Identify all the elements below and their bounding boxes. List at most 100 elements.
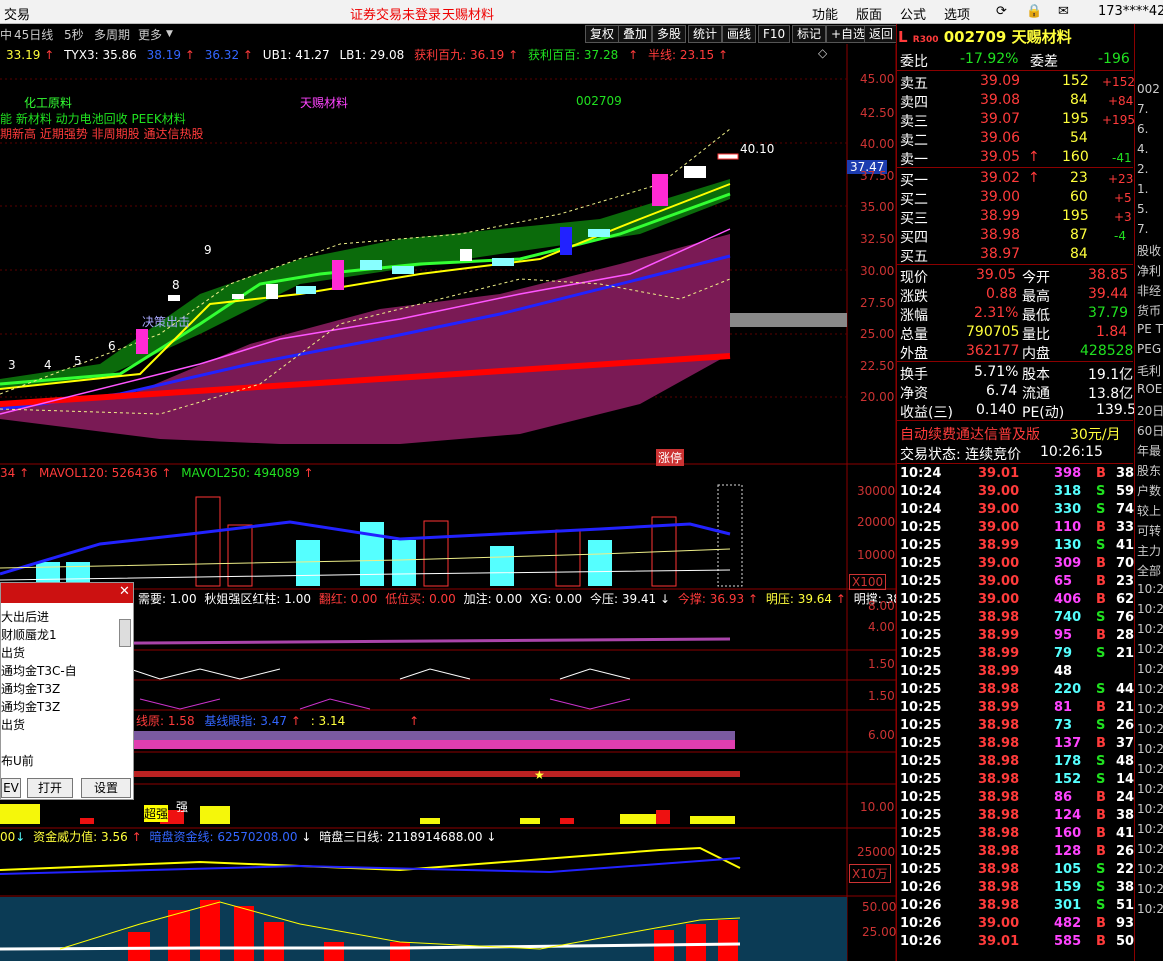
- collapse-icon[interactable]: ◇: [818, 46, 827, 60]
- popup-item[interactable]: 通均金T3Z: [1, 680, 60, 697]
- popup-item[interactable]: 通均金T3Z: [1, 698, 60, 715]
- side-label: 非经: [1137, 284, 1162, 298]
- chart-toolbar: 中 45日线 5秒 多周期 更多 ▼ 复权 叠加 多股 统计 画线 F10 标记…: [0, 24, 899, 44]
- tick-row: 10:25 38.99 48: [900, 664, 1134, 682]
- lock-icon[interactable]: 🔒: [1026, 4, 1042, 19]
- tick-row: 10:25 38.98 73 S 26: [900, 718, 1134, 736]
- btn-draw-line[interactable]: 画线: [722, 25, 757, 43]
- bid-row: 买二 39.00 60 +5: [900, 189, 1132, 208]
- login-status[interactable]: 证券交易未登录: [350, 4, 441, 23]
- tick-cell: 10:25: [900, 520, 942, 535]
- tick-row: 10:25 38.99 79 S 21: [900, 646, 1134, 664]
- tick-cell: 10:26: [900, 880, 942, 895]
- popup-item[interactable]: 财顺蜃龙1: [1, 626, 57, 643]
- tick-cell: 38.99: [978, 700, 1020, 715]
- more-menu[interactable]: 更多: [138, 26, 162, 43]
- refresh-icon[interactable]: ⟳: [996, 4, 1007, 19]
- menu-function[interactable]: 功能: [812, 4, 838, 23]
- period-select[interactable]: 45日线: [14, 26, 53, 43]
- tick-cell: 21: [1116, 646, 1135, 661]
- stat-row: 涨跌 0.88 最高 39.44: [900, 286, 1129, 305]
- tick-cell: 38.98: [978, 826, 1020, 841]
- popup-item[interactable]: 通均金T3C-自: [1, 662, 77, 679]
- mail-icon[interactable]: ✉: [1058, 4, 1069, 19]
- side-label: 年最: [1137, 444, 1162, 458]
- finance-side-panel: 002 7. 6. 4. 2. 1. 5. 7. 股收 净利 非经 货币 PE T PEG 毛利 ROE 20日…: [1134, 24, 1163, 961]
- tick-cell: 110: [1054, 520, 1082, 535]
- chart-canvas[interactable]: [0, 44, 896, 961]
- stat-row: 总量 790705 量比 1.84: [900, 324, 1128, 343]
- tick-cell: 39.00: [978, 484, 1020, 499]
- side-label: 可转: [1137, 524, 1162, 538]
- tick-row: 10:26 38.98 301 S 51: [900, 898, 1134, 916]
- side-label: PE T: [1137, 322, 1163, 336]
- menu-layout[interactable]: 版面: [856, 4, 882, 23]
- tick-cell: 41: [1116, 826, 1135, 841]
- side-label: 股收: [1137, 244, 1162, 258]
- tick-cell: 10:25: [900, 754, 942, 769]
- tick-cell: 159: [1054, 880, 1082, 895]
- tick-cell: 38.98: [978, 754, 1020, 769]
- close-icon[interactable]: ✕: [119, 584, 130, 599]
- stat-row: 换手 5.71% 股本 19.1亿: [900, 364, 1134, 383]
- tick-cell: B: [1096, 592, 1106, 607]
- popup-item[interactable]: 出货: [1, 644, 25, 661]
- side-label: 货币: [1137, 304, 1162, 318]
- ask-row: 卖四 39.08 84 +84: [900, 92, 1134, 111]
- popup-item[interactable]: 布U前: [1, 752, 34, 769]
- side-label: 10:2: [1137, 702, 1163, 716]
- sector-label: 化工原料: [24, 96, 73, 110]
- tick-row: 10:26 39.00 482 B 93: [900, 916, 1134, 934]
- refresh-interval[interactable]: 5秒: [64, 26, 84, 43]
- tick-cell: S: [1096, 772, 1106, 787]
- tick-cell: 10:25: [900, 646, 942, 661]
- popup-item[interactable]: 出货: [1, 716, 25, 733]
- btn-restore-rights[interactable]: 复权: [585, 25, 620, 43]
- ad-banner[interactable]: 自动续费通达信普及版 30元/月: [900, 423, 1134, 443]
- btn-overlay[interactable]: 叠加: [618, 25, 653, 43]
- btn-f10[interactable]: F10: [758, 25, 791, 43]
- tick-row: 10:24 39.00 330 S 74: [900, 502, 1134, 520]
- tick-cell: 10:25: [900, 592, 942, 607]
- tick-cell: S: [1096, 754, 1106, 769]
- tick-cell: B: [1096, 628, 1106, 643]
- tick-cell: 73: [1054, 718, 1073, 733]
- settings-button[interactable]: 设置: [81, 778, 131, 798]
- tick-cell: 10:25: [900, 700, 942, 715]
- stock-link[interactable]: 天赐材料: [442, 4, 494, 23]
- period-icon[interactable]: 中: [0, 26, 12, 43]
- tick-cell: 39.00: [978, 574, 1020, 589]
- tick-cell: 38.98: [978, 880, 1020, 895]
- tick-cell: S: [1096, 862, 1106, 877]
- tick-cell: B: [1096, 826, 1106, 841]
- tick-cell: 38.99: [978, 646, 1020, 661]
- ev-button[interactable]: EV: [1, 778, 21, 798]
- tick-cell: 38.98: [978, 772, 1020, 787]
- tick-cell: 178: [1054, 754, 1082, 769]
- user-account[interactable]: 173****4260: [1098, 4, 1163, 19]
- side-label: 10:2: [1137, 662, 1163, 676]
- open-button[interactable]: 打开: [27, 778, 73, 798]
- ask-row: 卖五 39.09 152 +152: [900, 73, 1135, 92]
- tick-row: 10:24 39.01 398 B 38: [900, 466, 1134, 484]
- btn-multi-stock[interactable]: 多股: [652, 25, 687, 43]
- menu-options[interactable]: 选项: [944, 4, 970, 23]
- tick-cell: 37: [1116, 736, 1135, 751]
- formula-popup[interactable]: ✕ 大出后进 财顺蜃龙1 出货 通均金T3C-自 通均金T3Z 通均金T3Z 出…: [0, 582, 134, 800]
- vol-unit: X100: [849, 574, 887, 590]
- tick-cell: 38.98: [978, 790, 1020, 805]
- popup-titlebar[interactable]: ✕: [1, 583, 133, 603]
- btn-statistics[interactable]: 统计: [688, 25, 723, 43]
- btn-mark[interactable]: 标记: [792, 25, 827, 43]
- chevron-down-icon[interactable]: ▼: [166, 29, 173, 39]
- menu-formula[interactable]: 公式: [900, 4, 926, 23]
- tick-cell: 44: [1116, 682, 1135, 697]
- multi-period[interactable]: 多周期: [94, 26, 130, 43]
- popup-item[interactable]: 大出后进: [1, 608, 49, 625]
- tick-cell: 130: [1054, 538, 1082, 553]
- side-label: 净利: [1137, 264, 1162, 278]
- tick-cell: B: [1096, 844, 1106, 859]
- popup-scrollbar[interactable]: [119, 619, 131, 647]
- side-label: ROE: [1137, 382, 1163, 396]
- btn-back[interactable]: 返回: [864, 25, 899, 43]
